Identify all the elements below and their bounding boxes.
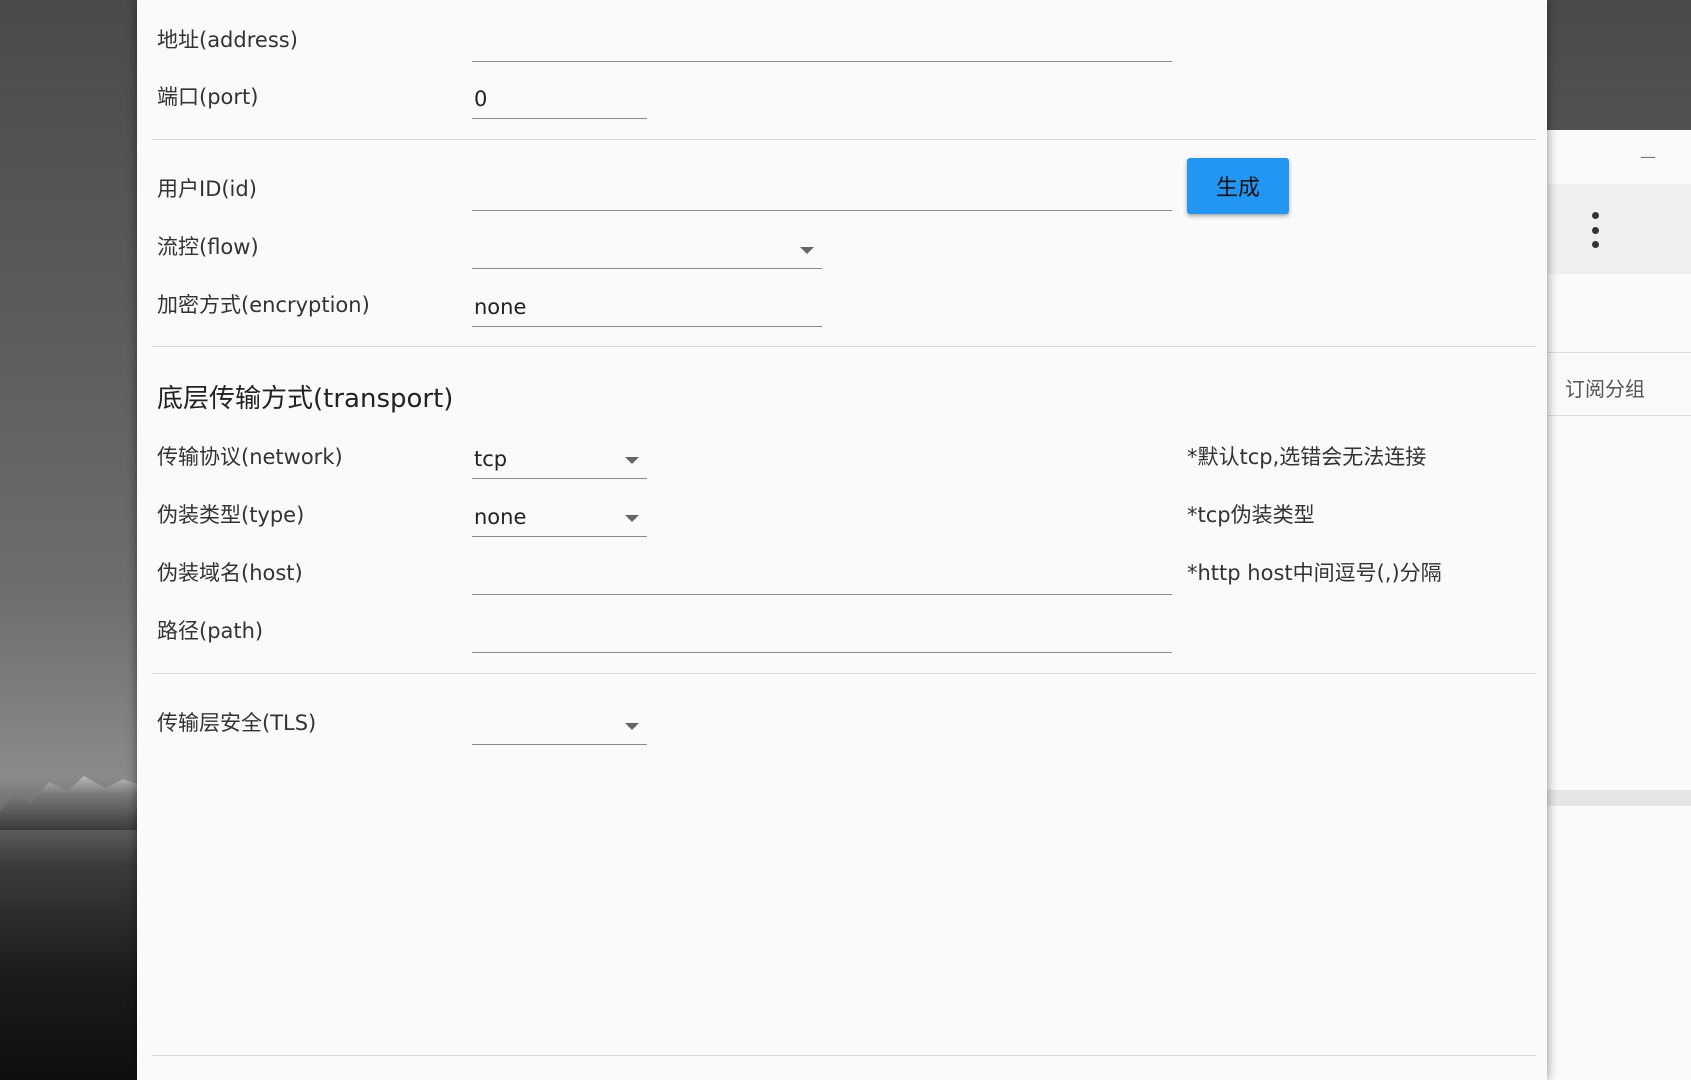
tab-subscription-group[interactable]: 订阅分组 <box>1541 352 1691 416</box>
background-titlebar: — <box>1541 130 1691 184</box>
host-row: 伪装域名(host) *http host中间逗号(,)分隔 <box>137 545 1547 595</box>
address-row: 地址(address) <box>137 12 1547 62</box>
divider <box>152 139 1536 140</box>
divider <box>152 1055 1536 1056</box>
chevron-down-icon <box>625 723 639 730</box>
address-input[interactable] <box>472 20 1172 62</box>
type-hint: *tcp伪装类型 <box>1187 503 1315 527</box>
port-row: 端口(port) 0 <box>137 69 1547 119</box>
tls-select[interactable] <box>472 703 647 745</box>
server-edit-dialog: 地址(address) 端口(port) 0 用户ID(id) 生成 流控(fl… <box>137 0 1547 1080</box>
flow-row: 流控(flow) <box>137 219 1547 269</box>
host-label: 伪装域名(host) <box>157 561 303 585</box>
host-hint: *http host中间逗号(,)分隔 <box>1187 561 1442 585</box>
encryption-input[interactable]: none <box>472 285 822 327</box>
host-input[interactable] <box>472 553 1172 595</box>
divider <box>152 673 1536 674</box>
minimize-icon[interactable]: — <box>1638 149 1658 165</box>
divider <box>152 346 1536 347</box>
port-label: 端口(port) <box>157 85 259 109</box>
address-label: 地址(address) <box>157 28 298 52</box>
transport-section-title: 底层传输方式(transport) <box>157 384 454 414</box>
type-select-value: none <box>474 505 527 529</box>
chevron-down-icon <box>800 247 814 254</box>
tls-label: 传输层安全(TLS) <box>157 711 317 735</box>
encryption-row: 加密方式(encryption) none <box>137 277 1547 327</box>
flow-select[interactable] <box>472 227 822 269</box>
network-row: 传输协议(network) tcp *默认tcp,选错会无法连接 <box>137 429 1547 479</box>
encryption-label: 加密方式(encryption) <box>157 293 370 317</box>
chevron-down-icon <box>625 457 639 464</box>
network-hint: *默认tcp,选错会无法连接 <box>1187 445 1427 469</box>
id-label: 用户ID(id) <box>157 177 257 201</box>
background-main-window: — 订阅分组 <box>1540 130 1691 1080</box>
type-select[interactable]: none <box>472 495 647 537</box>
network-select[interactable]: tcp <box>472 437 647 479</box>
type-label: 伪装类型(type) <box>157 503 305 527</box>
path-label: 路径(path) <box>157 619 264 643</box>
tls-row: 传输层安全(TLS) <box>137 695 1547 745</box>
background-scroll-strip <box>1541 790 1691 806</box>
background-toolbar <box>1541 184 1691 274</box>
wallpaper-mountain <box>0 776 140 830</box>
generate-id-button[interactable]: 生成 <box>1187 158 1289 214</box>
more-options-icon[interactable] <box>1585 212 1605 248</box>
flow-label: 流控(flow) <box>157 235 259 259</box>
path-input[interactable] <box>472 611 1172 653</box>
port-input[interactable]: 0 <box>472 77 647 119</box>
path-row: 路径(path) <box>137 603 1547 653</box>
network-select-value: tcp <box>474 447 508 471</box>
chevron-down-icon <box>625 515 639 522</box>
id-row: 用户ID(id) <box>137 161 1547 211</box>
id-input[interactable] <box>472 169 1172 211</box>
network-label: 传输协议(network) <box>157 445 343 469</box>
type-row: 伪装类型(type) none *tcp伪装类型 <box>137 487 1547 537</box>
